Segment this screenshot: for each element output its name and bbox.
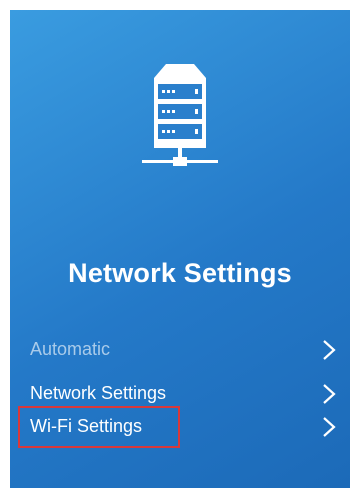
menu-item-label: Wi-Fi Settings (30, 416, 143, 436)
chevron-right-icon (323, 384, 336, 404)
menu-item-label: Network Settings (30, 383, 167, 403)
chevron-right-icon (323, 340, 336, 360)
menu-item-label: Automatic (30, 339, 111, 359)
network-settings-panel: Network Settings Automatic Network Setti… (10, 10, 350, 488)
menu-item-automatic[interactable]: Automatic (10, 328, 350, 372)
chevron-right-icon (323, 417, 336, 437)
server-network-icon (142, 64, 218, 166)
panel-title: Network Settings (68, 258, 292, 288)
menu-item-wifi-settings[interactable]: Wi-Fi Settings (10, 405, 350, 449)
